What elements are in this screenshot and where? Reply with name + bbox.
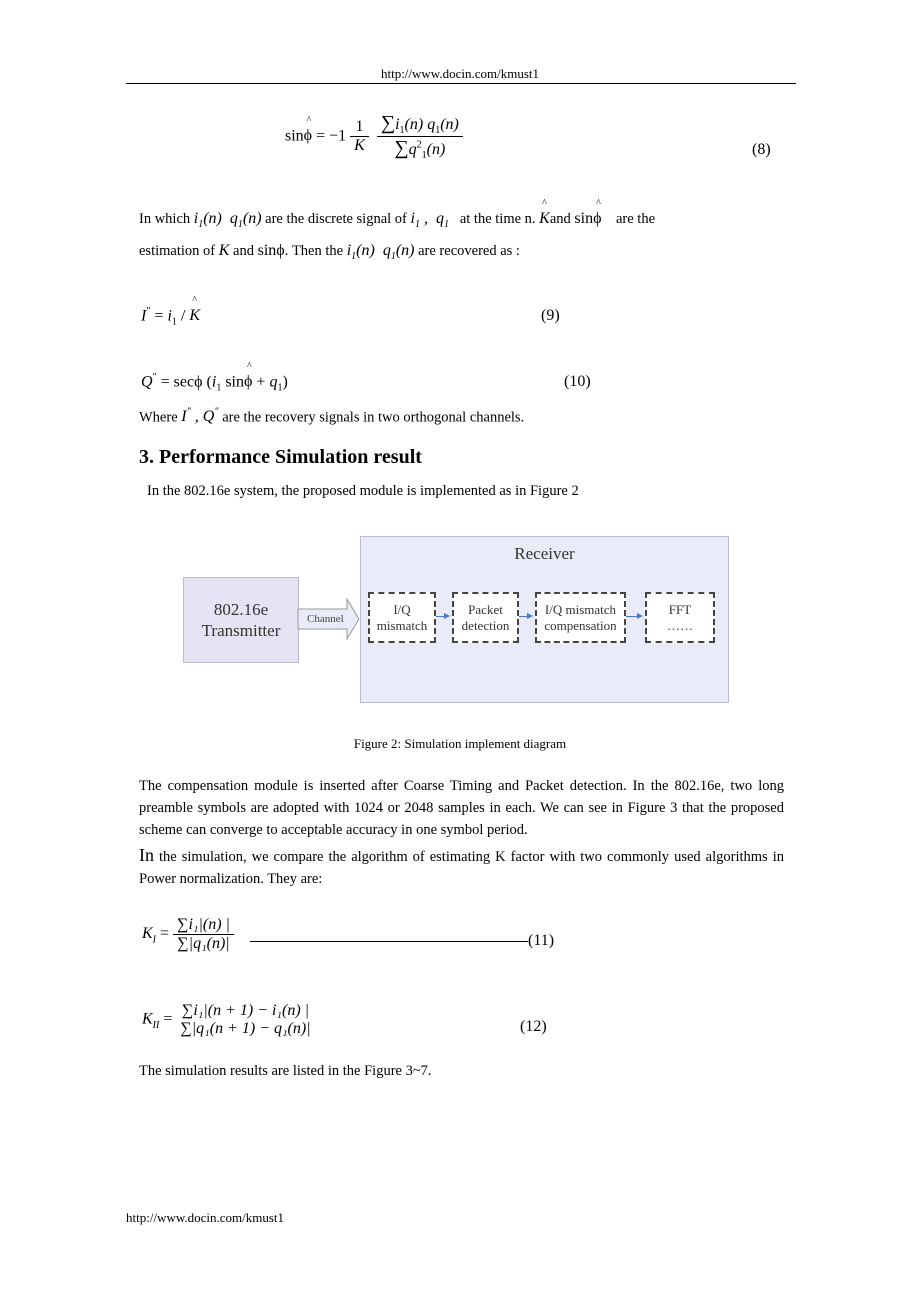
eq-text: q	[408, 141, 417, 159]
equation-number: (8)	[752, 141, 771, 158]
eq-text: (	[202, 373, 212, 391]
eq-text: = −1	[316, 127, 347, 145]
section-heading: 3. Performance Simulation result	[139, 446, 422, 468]
text: and	[233, 243, 258, 259]
equation-number: (11)	[528, 932, 555, 949]
eq-text: 1	[355, 118, 364, 136]
equation-10: Q" = secϕ (i1 sinϕ + q1)	[141, 372, 288, 394]
equation-12: KII = ∑i₁|(n + 1) − i₁(n) | ∑|q₁(n + 1) −…	[142, 1002, 315, 1038]
eq-text: =	[156, 925, 174, 943]
text: Where	[139, 409, 182, 426]
eq-text: (n)	[440, 116, 459, 133]
eq-text: ∑	[380, 112, 396, 134]
eq-text: sin	[221, 373, 244, 391]
text: ……	[667, 617, 693, 633]
eq-text: (n)	[426, 141, 446, 159]
equation-9: I" = i1 / K	[141, 306, 200, 328]
equation-number: (12)	[520, 1018, 547, 1035]
text: detection	[461, 617, 510, 633]
eq-text: (n)	[404, 116, 424, 133]
fraction-line	[250, 941, 528, 942]
paragraph-line: In which i1(n) q1(n) are the discrete si…	[139, 210, 655, 230]
eq-text: ϕ	[194, 373, 203, 391]
text: are the discrete signal of	[265, 211, 411, 227]
eq-text: ϕ	[304, 127, 312, 144]
eq-text: ∑	[394, 137, 409, 160]
header-url: http://www.docin.com/kmust1	[380, 66, 540, 81]
eq-text: ∑|q₁(n + 1) − q₁(n)|	[180, 1020, 311, 1037]
text: In	[139, 845, 154, 865]
text: are the	[615, 211, 656, 227]
block-iq-compensation: I/Q mismatch compensation	[535, 592, 626, 643]
text: Packet	[468, 601, 503, 617]
figure-caption: Figure 2: Simulation implement diagram	[353, 736, 567, 751]
paper-page: http://www.docin.com/kmust1 sinϕ = −1 1K…	[0, 0, 920, 1302]
text: are the recovery signals in two orthogon…	[218, 409, 525, 426]
text: I/Q	[393, 601, 411, 617]
eq-text: K	[142, 925, 153, 943]
eq-text: =	[150, 307, 168, 325]
eq-text: =	[159, 1010, 177, 1028]
eq-text: K	[189, 307, 200, 324]
text: mismatch	[376, 617, 428, 633]
paragraph: The compensation module is inserted afte…	[139, 778, 784, 838]
eq-text: K	[142, 1010, 153, 1028]
where-line: Where I" , Q" are the recovery signals i…	[139, 407, 525, 426]
text: compensation	[544, 617, 617, 633]
text: FFT	[668, 601, 692, 617]
channel-label: Channel	[307, 613, 344, 625]
flow-arrow	[626, 613, 643, 619]
eq-text: /	[176, 307, 190, 325]
text: and	[549, 211, 575, 227]
equation-number: (9)	[541, 307, 560, 324]
eq-text: q	[427, 116, 436, 133]
text: at the time n.	[459, 211, 540, 227]
text: In which	[139, 211, 194, 227]
eq-text: = sec	[156, 373, 195, 391]
flow-arrow	[519, 613, 533, 619]
closing-text: The simulation results are listed in the…	[139, 1063, 432, 1079]
equation-8: sinϕ = −1 1K ∑i1(n) q1(n) ∑q21(n)	[285, 112, 463, 161]
block-fft: FFT……	[645, 592, 715, 643]
text: 802.16e	[213, 600, 269, 619]
footer-url: http://www.docin.com/kmust1	[126, 1210, 285, 1225]
equation-11: KI = ∑i₁|(n) | ∑|q₁(n)|	[142, 916, 234, 953]
eq-text: ∑i₁|(n) |	[177, 916, 230, 933]
eq-text: ∑i₁|(n + 1) − i₁(n) |	[181, 1002, 310, 1019]
eq-text: )	[282, 373, 288, 391]
eq-text: ∑|q₁(n)|	[173, 934, 234, 953]
equation-number: (10)	[564, 373, 591, 390]
eq-text: sin	[285, 127, 304, 145]
transmitter-box: 802.16e Transmitter	[183, 577, 299, 663]
text: . Then the	[284, 243, 347, 259]
receiver-label: Receiver	[514, 544, 575, 563]
text: I/Q mismatch	[544, 601, 617, 617]
text: are recovered as :	[418, 243, 520, 259]
header-rule	[126, 83, 796, 84]
eq-text: 2	[416, 139, 422, 151]
eq-text: +	[252, 373, 270, 391]
block-iq-mismatch: I/Q mismatch	[368, 592, 436, 643]
text: Transmitter	[201, 621, 281, 640]
eq-text: Q	[141, 373, 153, 391]
paragraph-line: estimation of K and sinϕ. Then the i1(n)…	[139, 242, 520, 263]
eq-text: ϕ	[244, 373, 252, 390]
text: the simulation, we compare the algorithm…	[139, 849, 784, 887]
block-packet-detection: Packet detection	[452, 592, 519, 643]
flow-arrow	[436, 613, 450, 619]
intro-text: In the 802.16e system, the proposed modu…	[147, 483, 579, 499]
text: estimation of	[139, 243, 219, 259]
eq-text: K	[350, 136, 369, 155]
